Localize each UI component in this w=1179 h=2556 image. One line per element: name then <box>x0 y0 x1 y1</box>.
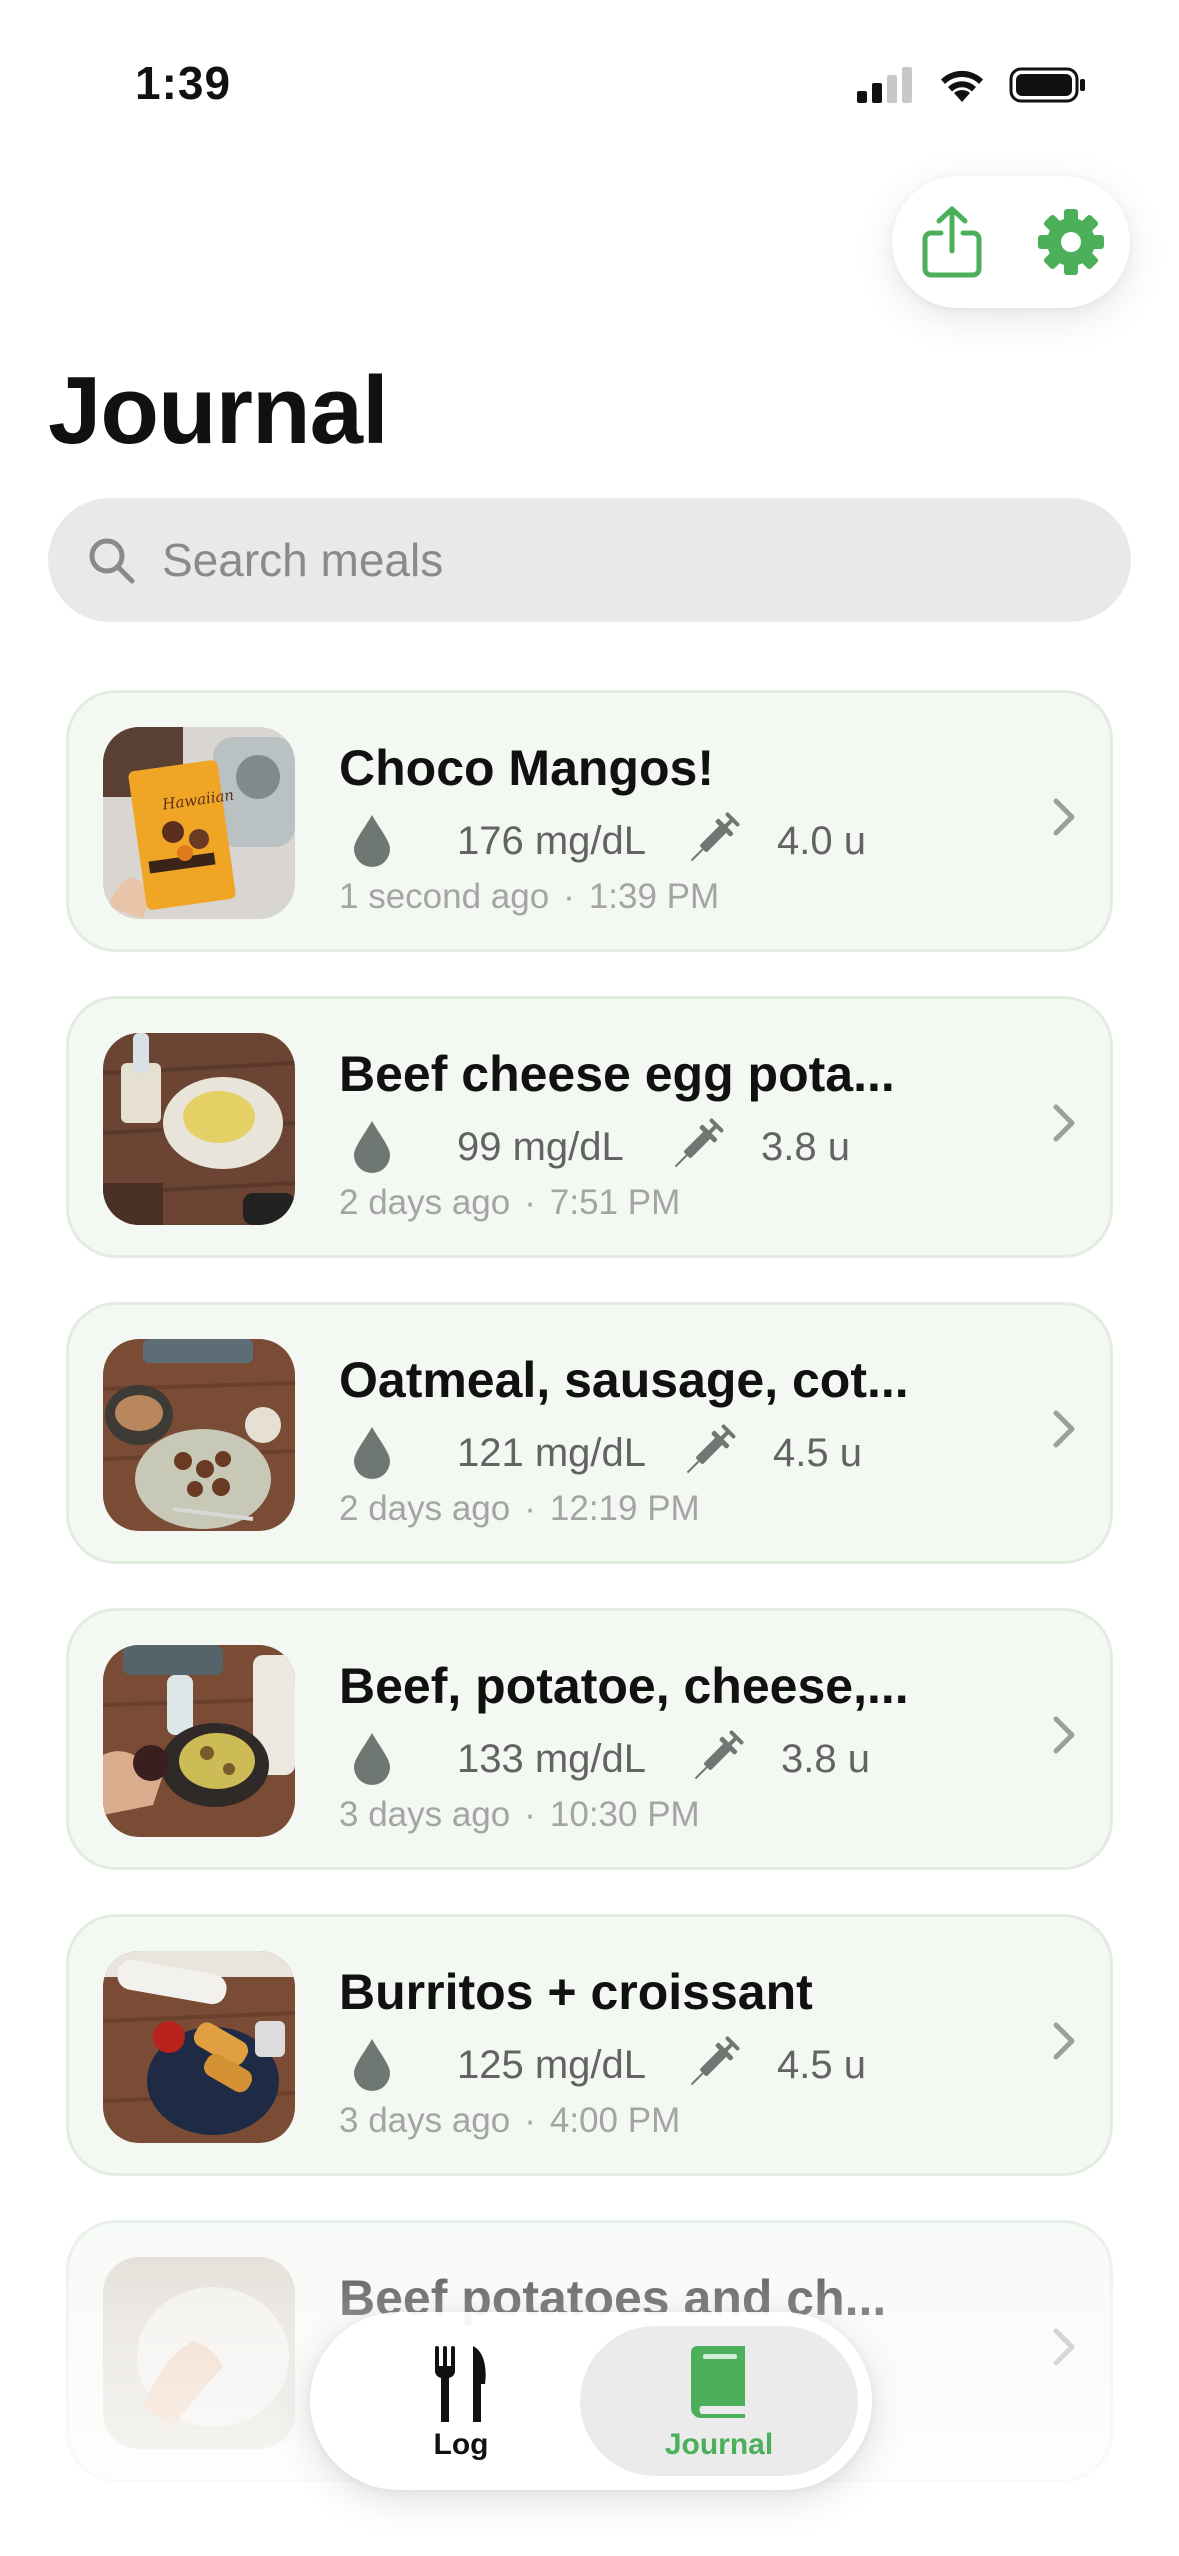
glucose-value: 121 mg/dL <box>457 1431 647 1475</box>
page-title: Journal <box>48 357 389 464</box>
insulin-value: 4.5 u <box>773 1431 862 1475</box>
meal-photo <box>103 1339 295 1531</box>
search-input[interactable] <box>160 532 1064 588</box>
meal-card[interactable]: Oatmeal, sausage, cot... 121 mg/dL 4.5 u… <box>66 1302 1113 1564</box>
glucose-value: 176 mg/dL <box>457 819 647 863</box>
battery-icon <box>1009 67 1085 103</box>
gear-icon <box>1037 209 1104 275</box>
meta-separator: · <box>524 1183 536 1222</box>
meta-separator: · <box>524 2101 536 2140</box>
blood-drop-icon <box>354 1121 390 1173</box>
search-icon <box>89 538 135 584</box>
meal-photo <box>103 2257 295 2449</box>
insulin-value: 3.8 u <box>781 1737 870 1781</box>
meal-timestamp: 2 days ago · 7:51 PM <box>339 1183 680 1223</box>
insulin-value: 4.5 u <box>777 2043 866 2087</box>
meal-timestamp: 2 days ago · 12:19 PM <box>339 1489 700 1529</box>
glucose-value: 125 mg/dL <box>457 2043 647 2087</box>
meal-timestamp: 3 days ago · 10:30 PM <box>339 1795 700 1835</box>
meal-name: Beef, potatoe, cheese,... <box>339 1658 909 1714</box>
meal-name: Oatmeal, sausage, cot... <box>339 1352 909 1408</box>
meal-stats: 121 mg/dL 4.5 u <box>351 1421 951 1483</box>
settings-button[interactable] <box>1026 197 1116 287</box>
meal-stats: 176 mg/dL 4.0 u <box>351 809 951 871</box>
chevron-right-icon <box>1053 1104 1075 1142</box>
syringe-icon <box>686 1424 736 1474</box>
relative-time: 3 days ago <box>339 2101 511 2140</box>
meal-name: Choco Mangos! <box>339 740 714 796</box>
blood-drop-icon <box>354 1427 390 1479</box>
meal-card[interactable]: Burritos + croissant 125 mg/dL 4.5 u 3 d… <box>66 1914 1113 2176</box>
fork-knife-icon <box>435 2346 486 2422</box>
status-icons <box>857 66 1087 104</box>
top-actions <box>892 176 1130 308</box>
chevron-right-icon <box>1053 1410 1075 1448</box>
chevron-right-icon <box>1053 798 1075 836</box>
meal-stats: 133 mg/dL 3.8 u <box>351 1727 951 1789</box>
status-bar: 1:39 <box>0 0 1179 170</box>
glucose-value: 99 mg/dL <box>457 1125 624 1169</box>
clock-time: 12:19 PM <box>549 1489 700 1528</box>
tab-label: Log <box>433 2428 489 2461</box>
meal-photo: Hawaiian <box>103 727 295 919</box>
clock-time: 1:39 PM <box>588 877 720 916</box>
syringe-icon <box>694 1730 744 1780</box>
relative-time: 1 second ago <box>339 877 550 916</box>
share-icon <box>922 206 981 278</box>
meal-stats: 99 mg/dL 3.8 u <box>351 1115 951 1177</box>
meal-name: Burritos + croissant <box>339 1964 813 2020</box>
relative-time: 2 days ago <box>339 1183 511 1222</box>
syringe-icon <box>674 1118 724 1168</box>
status-time: 1:39 <box>135 57 232 109</box>
meal-timestamp: 3 days ago · 4:00 PM <box>339 2101 680 2141</box>
meal-card[interactable]: Hawaiian Choco Mangos! 176 mg/dL 4.0 u 1… <box>66 690 1113 952</box>
meal-timestamp: 1 second ago · 1:39 PM <box>339 877 719 917</box>
book-icon <box>691 2346 745 2418</box>
relative-time: 2 days ago <box>339 1489 511 1528</box>
share-button[interactable] <box>907 197 997 287</box>
syringe-icon <box>690 2036 740 2086</box>
tab-journal[interactable]: Journal <box>580 2326 858 2476</box>
meta-separator: · <box>524 1795 536 1834</box>
meal-photo <box>103 1033 295 1225</box>
meal-stats: 125 mg/dL 4.5 u <box>351 2033 951 2095</box>
meal-photo <box>103 1645 295 1837</box>
cellular-signal-icon <box>857 67 912 103</box>
meta-separator: · <box>524 1489 536 1528</box>
blood-drop-icon <box>354 815 390 867</box>
tab-label: Journal <box>664 2428 774 2461</box>
blood-drop-icon <box>354 1733 390 1785</box>
tab-bar: Log Journal <box>310 2312 872 2490</box>
clock-time: 4:00 PM <box>549 2101 681 2140</box>
relative-time: 3 days ago <box>339 1795 511 1834</box>
meta-separator: · <box>563 877 575 916</box>
meal-card[interactable]: Beef, potatoe, cheese,... 133 mg/dL 3.8 … <box>66 1608 1113 1870</box>
insulin-value: 3.8 u <box>761 1125 850 1169</box>
clock-time: 10:30 PM <box>549 1795 700 1834</box>
chevron-right-icon <box>1053 2022 1075 2060</box>
chevron-right-icon <box>1053 2328 1075 2366</box>
meal-card[interactable]: Beef cheese egg pota... 99 mg/dL 3.8 u 2… <box>66 996 1113 1258</box>
chevron-right-icon <box>1053 1716 1075 1754</box>
syringe-icon <box>690 812 740 862</box>
tab-log[interactable]: Log <box>330 2326 592 2476</box>
meal-photo <box>103 1951 295 2143</box>
insulin-value: 4.0 u <box>777 819 866 863</box>
clock-time: 7:51 PM <box>549 1183 681 1222</box>
search-bar[interactable] <box>48 498 1131 622</box>
blood-drop-icon <box>354 2039 390 2091</box>
meal-name: Beef cheese egg pota... <box>339 1046 895 1102</box>
glucose-value: 133 mg/dL <box>457 1737 647 1781</box>
wifi-icon <box>941 70 983 102</box>
